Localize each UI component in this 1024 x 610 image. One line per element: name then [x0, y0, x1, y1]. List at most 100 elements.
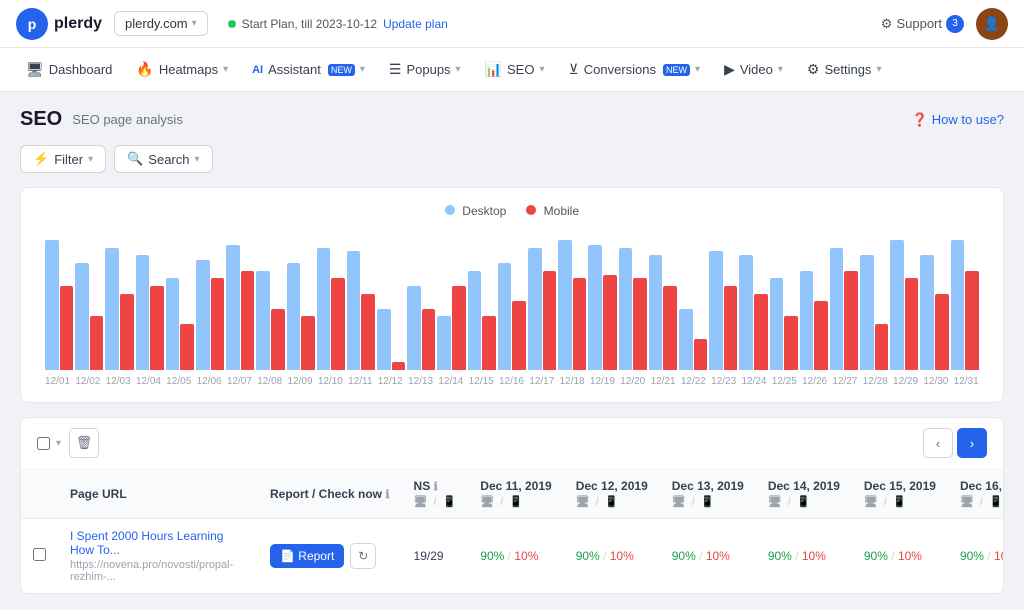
chart-label: 12/19 — [590, 376, 615, 387]
chevron-down-icon: ▾ — [223, 64, 228, 75]
th-dec13-sub: 🖥/📱 — [672, 495, 744, 508]
refresh-button[interactable]: ↻ — [350, 543, 376, 569]
bar-group — [377, 309, 405, 370]
question-icon: ❓ — [912, 112, 928, 128]
bar-desktop — [528, 248, 542, 370]
stat-red: 10% — [802, 549, 826, 563]
stat-cell: 90% / 10% — [948, 519, 1003, 594]
page-url-link[interactable]: I Spent 2000 Hours Learning How To... — [70, 529, 223, 557]
bar-desktop — [920, 255, 934, 370]
bar-desktop — [226, 245, 240, 370]
delete-button[interactable]: 🗑 — [69, 428, 99, 458]
bar-group — [830, 248, 858, 370]
nav-item-conversions[interactable]: ⊻ Conversions NEW ▾ — [559, 55, 711, 84]
url-sub: https://novena.pro/novosti/propal-rezhim… — [70, 559, 246, 583]
nav-item-dashboard[interactable]: 🖥 Dashboard — [16, 55, 122, 84]
bar-mobile — [844, 271, 858, 370]
popups-icon: ☰ — [389, 61, 402, 78]
chart-label: 12/07 — [227, 376, 252, 387]
chart-label: 12/17 — [529, 376, 554, 387]
bar-group — [588, 245, 616, 370]
chart-label: 12/30 — [923, 376, 948, 387]
bar-mobile — [90, 316, 104, 370]
bar-group — [800, 271, 828, 370]
nav-item-popups[interactable]: ☰ Popups ▾ — [379, 55, 471, 84]
stat-red: 10% — [514, 549, 538, 563]
bar-desktop — [588, 245, 602, 370]
stat-green: 90% — [960, 549, 984, 563]
site-selector[interactable]: plerdy.com ▾ — [114, 11, 208, 36]
bar-desktop — [317, 248, 331, 370]
how-to-link[interactable]: ❓ How to use? — [912, 112, 1004, 128]
stat-green: 90% — [768, 549, 792, 563]
filter-toolbar: ⚡ Filter ▾ 🔍 Search ▾ — [20, 145, 1004, 173]
chevron-down-icon: ▾ — [195, 154, 200, 165]
nav-item-seo[interactable]: 📊 SEO ▾ — [475, 55, 555, 84]
select-all-checkbox[interactable] — [37, 437, 50, 450]
bar-group — [558, 240, 586, 370]
bar-desktop — [800, 271, 814, 370]
plan-badge: Start Plan, till 2023-10-12 Update plan — [228, 17, 448, 31]
next-page-button[interactable]: › — [957, 428, 987, 458]
gear-icon: ⚙ — [881, 16, 893, 32]
settings-icon: ⚙ — [807, 61, 820, 78]
bar-mobile — [573, 278, 587, 370]
chart-label: 12/18 — [560, 376, 585, 387]
info-icon: ℹ — [434, 481, 438, 493]
bar-mobile — [754, 294, 768, 370]
avatar[interactable]: 👤 — [976, 8, 1008, 40]
topbar-right: ⚙ Support 3 👤 — [881, 8, 1008, 40]
nav-item-video[interactable]: ▶ Video ▾ — [714, 55, 793, 84]
nav-item-settings[interactable]: ⚙ Settings ▾ — [797, 55, 892, 84]
chevron-down-icon: ▾ — [192, 18, 197, 29]
nav-item-assistant[interactable]: AI Assistant NEW ▾ — [242, 56, 375, 83]
stat-cell: 90% / 10% — [564, 519, 660, 594]
chevron-down-icon: ▾ — [695, 64, 700, 75]
search-button[interactable]: 🔍 Search ▾ — [114, 145, 212, 173]
support-button[interactable]: ⚙ Support 3 — [881, 15, 964, 33]
bar-group — [920, 255, 948, 370]
prev-page-button[interactable]: ‹ — [923, 428, 953, 458]
bar-desktop — [951, 240, 965, 370]
bar-mobile — [60, 286, 74, 370]
table-row: I Spent 2000 Hours Learning How To...htt… — [21, 519, 1003, 594]
th-dec12-sub: 🖥/📱 — [576, 495, 648, 508]
bar-mobile — [784, 316, 798, 370]
bar-mobile — [512, 301, 526, 370]
report-button[interactable]: 📄 Report — [270, 544, 344, 568]
table-pagination: ‹ › — [923, 428, 987, 458]
bar-group — [528, 248, 556, 370]
bar-group — [770, 278, 798, 370]
how-to-label: How to use? — [932, 112, 1004, 127]
table-toolbar: ▾ 🗑 ‹ › — [21, 418, 1003, 469]
bar-mobile — [663, 286, 677, 370]
bar-mobile — [633, 278, 647, 370]
bar-group — [437, 286, 465, 370]
topbar: p plerdy plerdy.com ▾ Start Plan, till 2… — [0, 0, 1024, 48]
action-cell: 📄 Report↻ — [270, 543, 390, 569]
chart-legend: Desktop Mobile — [41, 204, 983, 218]
nav-item-heatmaps[interactable]: 🔥 Heatmaps ▾ — [126, 55, 238, 84]
navbar: 🖥 Dashboard 🔥 Heatmaps ▾ AI Assistant NE… — [0, 48, 1024, 92]
bar-group — [287, 263, 315, 370]
bar-group — [890, 240, 918, 370]
logo-icon: p — [16, 8, 48, 40]
bar-group — [679, 309, 707, 370]
bar-desktop — [498, 263, 512, 370]
bar-desktop — [890, 240, 904, 370]
filter-button[interactable]: ⚡ Filter ▾ — [20, 145, 106, 173]
chart-label: 12/08 — [257, 376, 282, 387]
info-icon: ℹ — [385, 489, 389, 501]
bar-mobile — [150, 286, 164, 370]
video-icon: ▶ — [724, 61, 735, 78]
chart-label: 12/28 — [863, 376, 888, 387]
seo-icon: 📊 — [485, 61, 502, 78]
row-checkbox[interactable] — [33, 548, 46, 561]
chart-label: 12/22 — [681, 376, 706, 387]
legend-desktop: Desktop — [445, 204, 506, 218]
nav-label-popups: Popups — [406, 62, 450, 77]
bar-mobile — [120, 294, 134, 370]
bar-mobile — [452, 286, 466, 370]
update-plan-link[interactable]: Update plan — [383, 17, 448, 31]
stat-green: 90% — [864, 549, 888, 563]
